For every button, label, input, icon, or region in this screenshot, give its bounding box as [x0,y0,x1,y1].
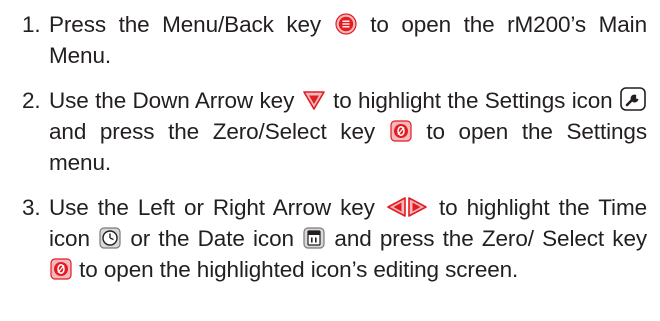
calendar-date-icon [303,227,325,249]
zero-select-key-icon [50,258,72,280]
left-right-arrow-keys-icon [385,196,429,218]
down-arrow-key-icon [302,89,326,111]
step-text: Press the Menu/Back key to open the rM20… [49,12,647,68]
step-3: 3. Use the Left or Right Arrow key to hi… [22,192,647,285]
zero-select-key-icon [390,120,412,142]
step-text: Use the Left or Right Arrow key to highl… [49,195,648,282]
step-1: 1. Press the Menu/Back key to open the r… [22,9,647,71]
clock-time-icon [99,227,121,249]
menu-back-key-icon [335,13,357,35]
step-number: 2. [22,88,41,113]
step-2: 2. Use the Down Arrow key to highlight t… [22,85,647,178]
step-number: 3. [22,195,41,220]
wrench-settings-icon [620,87,646,111]
step-number: 1. [22,12,41,37]
step-text: Use the Down Arrow key to highlight the … [49,87,647,175]
